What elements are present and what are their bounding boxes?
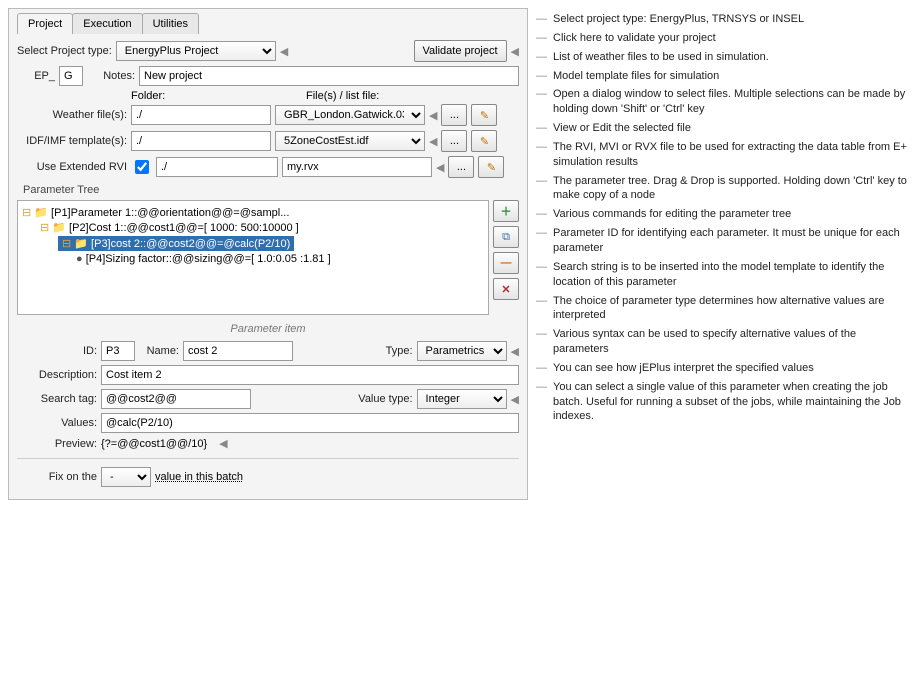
tree-remove-button[interactable]: — [493,252,519,274]
preview-value: {?=@@cost1@@/10} [101,438,207,450]
annotation: Model template files for simulation [536,69,913,84]
files-col-label: File(s) / list file: [306,90,379,102]
rvi-label: Use Extended RVI [17,161,127,173]
annotation: Select project type: EnergyPlus, TRNSYS … [536,12,913,27]
tab-utilities[interactable]: Utilities [142,13,199,34]
idf-browse-button[interactable]: ... [441,130,467,152]
tab-project[interactable]: Project [17,13,73,34]
annotation: You can select a single value of this pa… [536,380,913,425]
project-panel: Project Execution Utilities Select Proje… [8,8,528,500]
file-column-headers: Folder: File(s) / list file: [17,90,519,102]
tree-toolbar: ＋ ⧉ — ✕ [493,200,519,315]
annotation: Search string is to be inserted into the… [536,260,913,290]
pointer-icon: ◀ [429,135,437,148]
rvi-folder-input[interactable] [156,157,278,177]
description-label: Description: [17,369,97,381]
annotation: The RVI, MVI or RVX file to be used for … [536,140,913,170]
pointer-icon: ◀ [429,109,437,122]
id-label: ID: [17,345,97,357]
tree-add-button[interactable]: ＋ [493,200,519,222]
rvi-browse-button[interactable]: ... [448,156,474,178]
pointer-icon: ◀ [511,393,519,406]
fix-label: Fix on the [17,471,97,483]
type-label: Type: [386,345,413,357]
preview-label: Preview: [17,438,97,450]
annotation: Click here to validate your project [536,31,913,46]
leaf-icon: ● [76,253,83,265]
parameter-item-title: Parameter item [17,323,519,335]
project-type-label: Select Project type: [17,45,112,57]
rvi-file-input[interactable] [282,157,432,177]
weather-browse-button[interactable]: ... [441,104,467,126]
folder-icon: ⊟ 📁 [62,238,88,250]
validate-project-button[interactable]: Validate project [414,40,507,62]
annotation: Various syntax can be used to specify al… [536,327,913,357]
pointer-icon: ◀ [511,45,519,58]
pointer-icon: ◀ [511,345,519,358]
annotation: Open a dialog window to select files. Mu… [536,87,913,117]
annotation: Various commands for editing the paramet… [536,207,913,222]
value-type-select[interactable]: Integer [417,389,507,409]
values-label: Values: [17,417,97,429]
project-type-select[interactable]: EnergyPlus Project [116,41,276,61]
tree-node-p4[interactable]: ● [P4]Sizing factor::@@sizing@@=[ 1.0:0.… [22,252,484,266]
search-tag-input[interactable] [101,389,251,409]
type-select[interactable]: Parametrics [417,341,507,361]
ep-prefix-label: EP_ [17,70,55,82]
idf-file-select[interactable]: 5ZoneCostEst.idf [275,131,425,151]
tree-node-p3[interactable]: ⊟ 📁 [P3]cost 2::@@cost2@@=@calc(P2/10) [22,235,484,252]
notes-input[interactable] [139,66,519,86]
fix-select[interactable]: - [101,467,151,487]
annotation: List of weather files to be used in simu… [536,50,913,65]
value-type-label: Value type: [358,393,412,405]
weather-file-select[interactable]: GBR_London.Gatwick.03... [275,105,425,125]
annotation: View or Edit the selected file [536,121,913,136]
values-input[interactable] [101,413,519,433]
rvi-checkbox[interactable] [135,160,149,174]
name-input[interactable] [183,341,293,361]
description-input[interactable] [101,365,519,385]
tab-execution[interactable]: Execution [72,13,142,34]
idf-edit-button[interactable]: ✎ [471,130,497,152]
annotations-pane: Select project type: EnergyPlus, TRNSYS … [536,8,913,500]
tree-copy-button[interactable]: ⧉ [493,226,519,248]
idf-folder-input[interactable] [131,131,271,151]
folder-icon: ⊟ 📁 [40,222,66,234]
weather-folder-input[interactable] [131,105,271,125]
search-tag-label: Search tag: [17,393,97,405]
pointer-icon: ◀ [436,161,444,174]
pointer-icon: ◀ [280,45,288,58]
tab-bar: Project Execution Utilities [17,13,519,34]
pointer-icon: ◀ [219,437,227,450]
id-input[interactable] [101,341,135,361]
parameter-tree[interactable]: ⊟ 📁 [P1]Parameter 1::@@orientation@@=@sa… [17,200,489,315]
weather-label: Weather file(s): [17,109,127,121]
annotation: The parameter tree. Drag & Drop is suppo… [536,174,913,204]
annotation: The choice of parameter type determines … [536,294,913,324]
annotation: You can see how jEPlus interpret the spe… [536,361,913,376]
annotation: Parameter ID for identifying each parame… [536,226,913,256]
rvi-edit-button[interactable]: ✎ [478,156,504,178]
ep-prefix-input[interactable] [59,66,83,86]
tree-node-p1[interactable]: ⊟ 📁 [P1]Parameter 1::@@orientation@@=@sa… [22,205,484,220]
name-label: Name: [139,345,179,357]
weather-edit-button[interactable]: ✎ [471,104,497,126]
tree-delete-button[interactable]: ✕ [493,278,519,300]
idf-label: IDF/IMF template(s): [17,135,127,147]
parameter-tree-title: Parameter Tree [17,184,519,196]
fix-suffix-label: value in this batch [155,471,243,483]
folder-col-label: Folder: [131,90,276,102]
folder-icon: ⊟ 📁 [22,207,48,219]
notes-label: Notes: [87,70,135,82]
tree-node-p2[interactable]: ⊟ 📁 [P2]Cost 1::@@cost1@@=[ 1000: 500:10… [22,220,484,235]
